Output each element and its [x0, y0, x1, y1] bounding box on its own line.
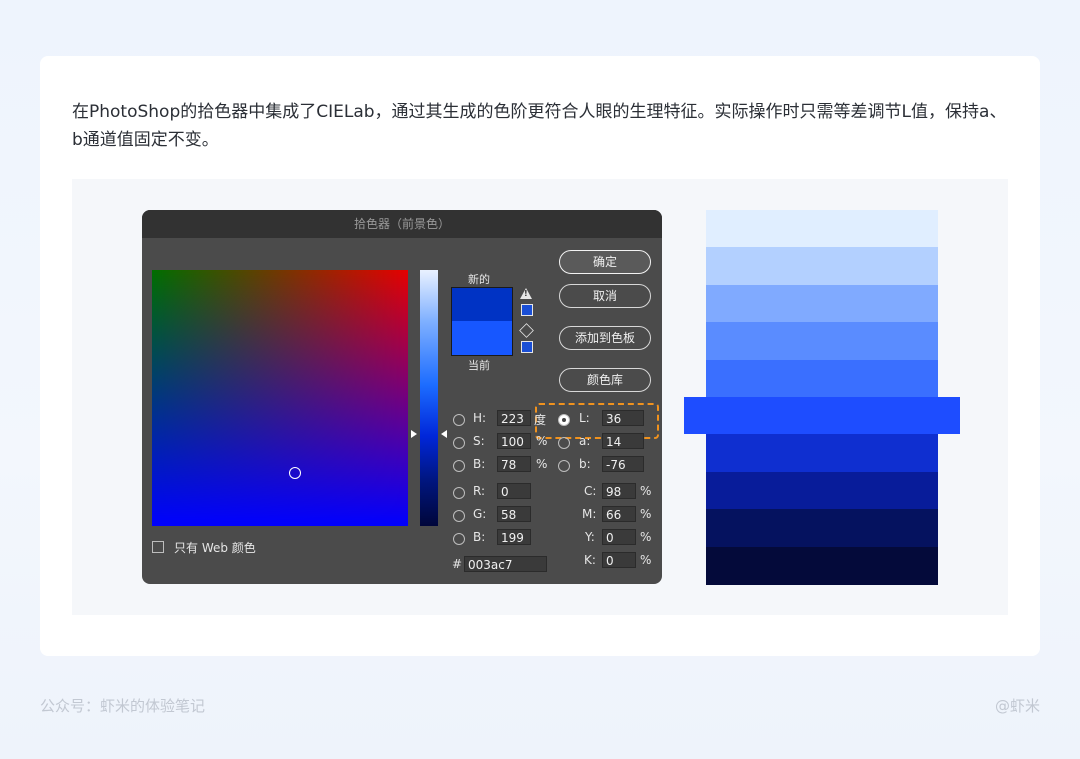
slider-right-arrow-icon[interactable]	[441, 430, 447, 438]
color-field-selector-icon[interactable]	[289, 467, 301, 479]
footer-handle: @虾米	[994, 697, 1040, 715]
ramp-step	[706, 247, 938, 286]
ramp-step	[706, 284, 938, 323]
lab-b-label: b:	[579, 457, 591, 471]
web-only-label: 只有 Web 颜色	[174, 541, 256, 555]
hex-input[interactable]: 003ac7	[464, 556, 547, 572]
k-input[interactable]: 0	[602, 552, 636, 568]
s-radio[interactable]	[453, 437, 465, 449]
rgb-b-input[interactable]: 199	[497, 529, 531, 545]
m-label: M:	[582, 507, 597, 521]
h-input[interactable]: 223	[497, 410, 531, 426]
s-label: S:	[473, 434, 485, 448]
current-color-label: 当前	[468, 359, 490, 372]
lab-b-radio[interactable]	[558, 460, 570, 472]
ramp-step	[706, 359, 938, 398]
ramp-step	[706, 322, 938, 361]
s-unit: %	[536, 434, 548, 448]
color-field[interactable]	[152, 270, 408, 526]
g-input[interactable]: 58	[497, 506, 531, 522]
add-to-swatches-button[interactable]: 添加到色板	[559, 326, 651, 350]
gamut-corrected-swatch[interactable]	[521, 304, 533, 316]
r-radio[interactable]	[453, 487, 465, 499]
web-only-checkbox[interactable]	[152, 541, 164, 553]
h-radio[interactable]	[453, 414, 465, 426]
r-label: R:	[473, 484, 486, 498]
rgb-b-label: B:	[473, 530, 486, 544]
c-unit: %	[640, 484, 652, 498]
a-label: a:	[579, 434, 591, 448]
web-cube-icon[interactable]	[519, 323, 534, 338]
ramp-step	[706, 509, 938, 548]
b-radio[interactable]	[453, 460, 465, 472]
ramp-step	[706, 471, 938, 510]
y-input[interactable]: 0	[602, 529, 636, 545]
h-unit: 度	[534, 413, 547, 427]
gamut-warning-icon[interactable]	[520, 288, 532, 299]
c-input[interactable]: 98	[602, 483, 636, 499]
hue-slider[interactable]	[420, 270, 438, 526]
k-label: K:	[584, 553, 596, 567]
c-label: C:	[584, 484, 597, 498]
g-label: G:	[473, 507, 487, 521]
hex-label: #	[452, 557, 463, 571]
new-color-label: 新的	[468, 273, 490, 286]
s-input[interactable]: 100	[497, 433, 531, 449]
a-input[interactable]: 14	[602, 433, 644, 449]
new-color-swatch	[451, 287, 513, 322]
r-input[interactable]: 0	[497, 483, 531, 499]
m-input[interactable]: 66	[602, 506, 636, 522]
lab-b-input[interactable]: -76	[602, 456, 644, 472]
k-unit: %	[640, 553, 652, 567]
ok-button[interactable]: 确定	[559, 250, 651, 274]
l-label: L:	[579, 411, 590, 425]
footer-account: 公众号：虾米的体验笔记	[40, 697, 206, 715]
m-unit: %	[640, 507, 652, 521]
color-field-shade	[152, 270, 408, 526]
ramp-step	[706, 546, 938, 585]
b-label: B:	[473, 457, 486, 471]
g-radio[interactable]	[453, 510, 465, 522]
l-radio[interactable]	[558, 414, 570, 426]
dialog-title: 拾色器（前景色）	[142, 210, 662, 238]
ramp-highlighted-step	[684, 397, 960, 434]
current-color-swatch[interactable]	[451, 321, 513, 356]
slider-left-arrow-icon[interactable]	[411, 430, 417, 438]
b-unit: %	[536, 457, 548, 471]
web-safe-swatch[interactable]	[521, 341, 533, 353]
intro-paragraph: 在PhotoShop的拾色器中集成了CIELab，通过其生成的色阶更符合人眼的生…	[72, 102, 1007, 150]
ramp-step	[706, 210, 938, 248]
a-radio[interactable]	[558, 437, 570, 449]
rgb-b-radio[interactable]	[453, 533, 465, 545]
l-input[interactable]: 36	[602, 410, 644, 426]
color-picker-dialog: 拾色器（前景色） 新的 当前 确定 取消 添加到色板 颜色库 H: 223 度 …	[142, 210, 662, 584]
b-input[interactable]: 78	[497, 456, 531, 472]
cancel-button[interactable]: 取消	[559, 284, 651, 308]
y-unit: %	[640, 530, 652, 544]
color-libraries-button[interactable]: 颜色库	[559, 368, 651, 392]
h-label: H:	[473, 411, 487, 425]
y-label: Y:	[585, 530, 595, 544]
ramp-step	[706, 434, 938, 473]
